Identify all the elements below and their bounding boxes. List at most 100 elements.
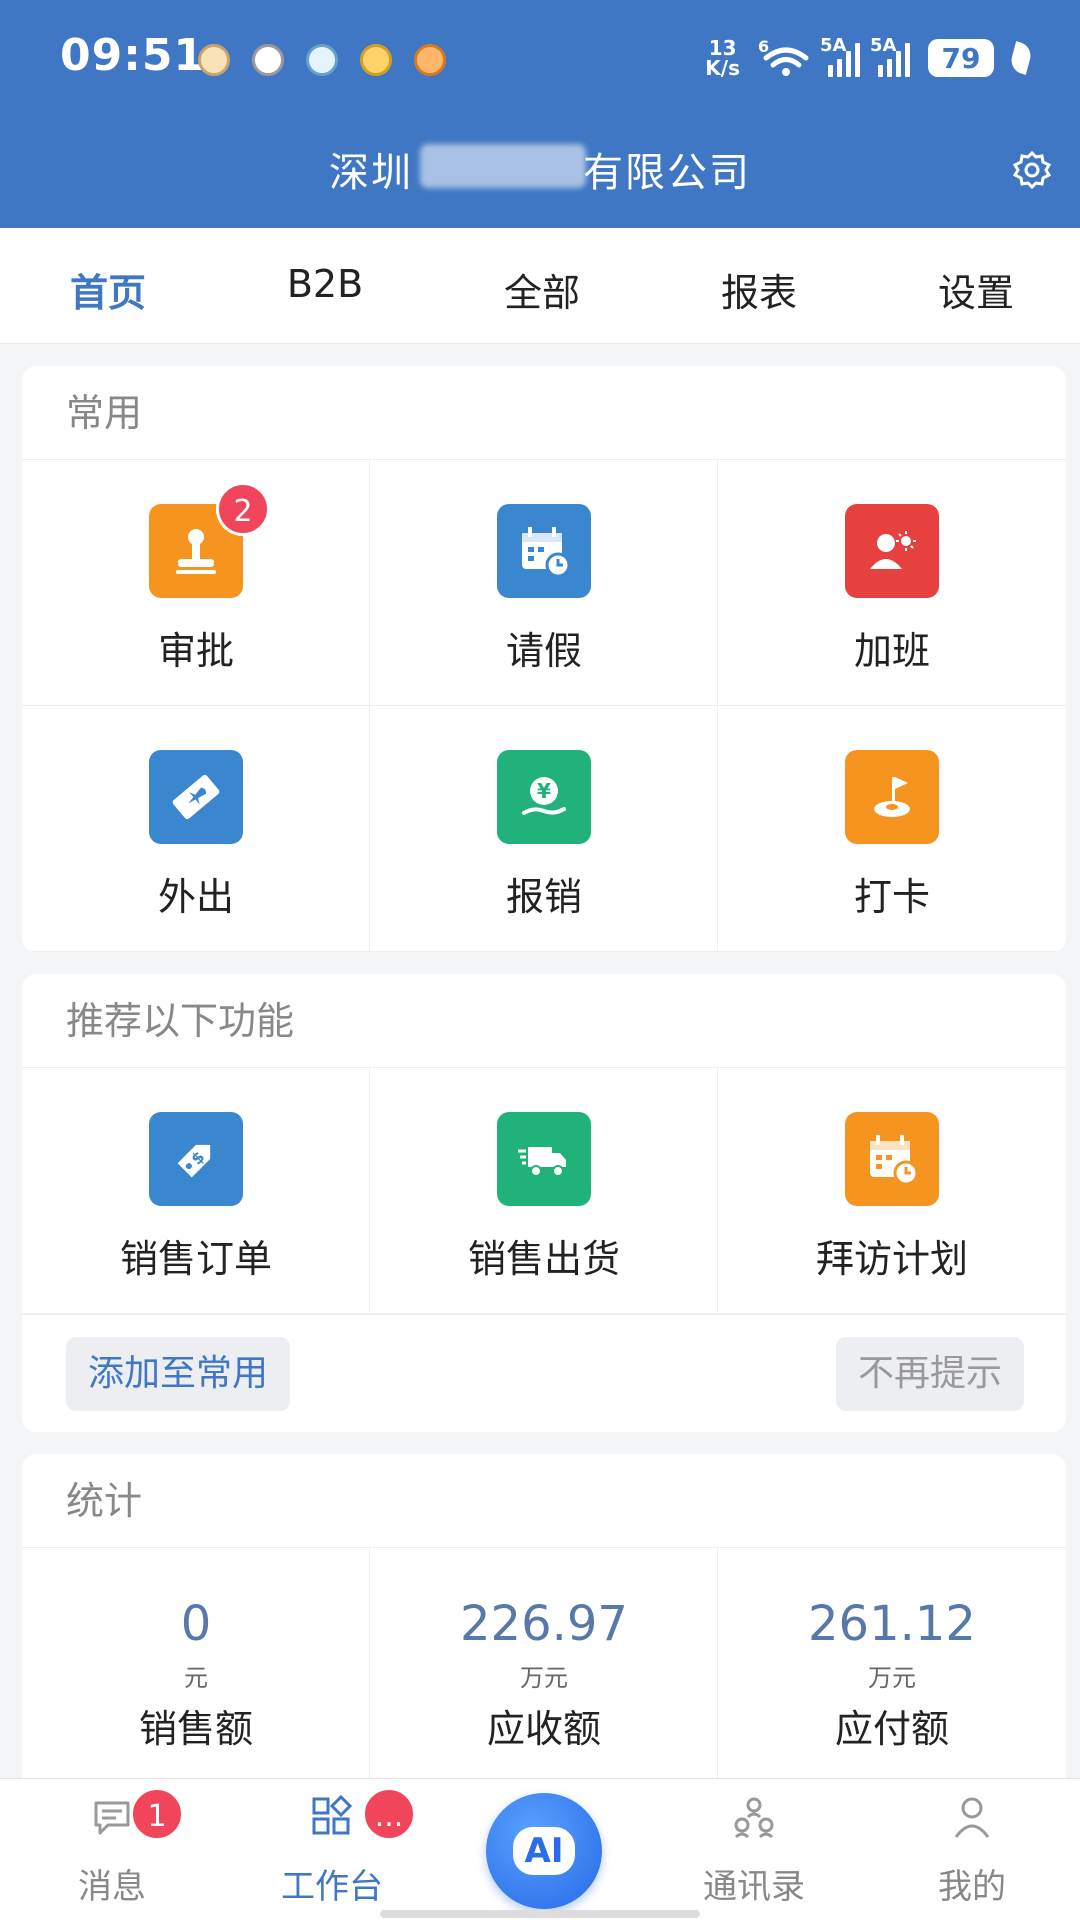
add-to-common-button[interactable]: 添加至常用	[66, 1337, 291, 1411]
system-icons: 13 K/s 6 5A 5A 79	[705, 35, 1034, 78]
top-nav: 首页 B2B 全部 报表 设置	[0, 228, 1080, 344]
signal-label: 5A	[820, 35, 847, 56]
app-notification-icon	[252, 44, 284, 76]
stat-value: 261.12	[808, 1596, 976, 1652]
calendar-clock-icon	[497, 504, 591, 598]
tab-all[interactable]: 全部	[452, 262, 632, 317]
stat-payable[interactable]: 261.12 万元 应付额	[718, 1548, 1066, 1778]
common-item-approval[interactable]: 2 审批	[22, 460, 370, 706]
stat-unit: 元	[184, 1664, 208, 1692]
common-item-leave[interactable]: 请假	[370, 460, 718, 706]
messages-badge: 1	[130, 1787, 184, 1841]
nav-label: 工作台	[281, 1867, 383, 1907]
workbench-badge: ...	[362, 1787, 416, 1841]
company-title-prefix: 深圳	[329, 150, 413, 196]
signal-label: 5A	[870, 35, 897, 56]
recommend-grid: $ 销售订单 销售出货 拜访计划	[22, 1068, 1066, 1314]
ai-icon: AI	[512, 1827, 576, 1875]
person-icon	[954, 1797, 990, 1838]
stat-sales[interactable]: 0 元 销售额	[22, 1548, 370, 1778]
common-item-label: 加班	[853, 629, 930, 673]
stat-value: 0	[180, 1596, 212, 1652]
recommend-item-label: 销售出货	[467, 1237, 620, 1281]
common-item-outing[interactable]: 外出	[22, 706, 370, 952]
nav-messages[interactable]: 1 消息	[12, 1779, 212, 1920]
plane-ticket-icon	[149, 750, 243, 844]
approval-badge: 2	[216, 482, 270, 536]
recommend-actions: 添加至常用 不再提示	[22, 1314, 1066, 1432]
app-header: 09:51 13 K/s 6 5A 5A 79 深圳 有限公司	[0, 0, 1080, 228]
common-item-reimburse[interactable]: ¥ 报销	[370, 706, 718, 952]
battery-icon: 79	[928, 39, 994, 77]
recommend-item-label: 销售订单	[119, 1237, 272, 1281]
home-indicator	[380, 1910, 700, 1918]
recommend-title: 推荐以下功能	[22, 974, 1066, 1068]
nav-contacts[interactable]: 通讯录	[654, 1779, 854, 1920]
status-bar: 09:51 13 K/s 6 5A 5A 79	[0, 0, 1080, 120]
nav-label: 消息	[78, 1867, 146, 1907]
nav-workbench[interactable]: ... 工作台	[232, 1779, 432, 1920]
stat-unit: 万元	[868, 1664, 916, 1692]
power-saving-leaf-icon	[1008, 41, 1034, 75]
tab-b2b[interactable]: B2B	[235, 262, 415, 306]
nav-label: 我的	[938, 1867, 1006, 1907]
stats-title: 统计	[22, 1454, 1066, 1548]
nav-label: 通讯录	[703, 1867, 805, 1907]
yuan-hand-icon: ¥	[497, 750, 591, 844]
cell-signal-icon: 5A	[870, 35, 910, 77]
notification-icons	[198, 44, 446, 76]
redacted-company-name	[420, 144, 586, 188]
truck-icon	[497, 1112, 591, 1206]
bottom-nav: 1 消息 ... 工作台 AI 通讯录 我的	[0, 1778, 1080, 1920]
tab-reports[interactable]: 报表	[669, 262, 849, 317]
common-item-label: 审批	[157, 629, 234, 673]
app-notification-icon	[360, 44, 392, 76]
stat-receivable[interactable]: 226.97 万元 应收额	[370, 1548, 718, 1778]
title-row: 深圳 有限公司	[0, 140, 1080, 200]
company-title-suffix: 有限公司	[583, 150, 751, 196]
gear-icon[interactable]	[1010, 148, 1054, 192]
workbench-page: 09:51 13 K/s 6 5A 5A 79 深圳 有限公司 首页 B2B 全…	[0, 0, 1080, 1920]
contacts-icon	[734, 1797, 774, 1839]
user-overtime-icon	[845, 504, 939, 598]
wifi-icon: 6	[758, 37, 810, 78]
recommend-item-visit-plan[interactable]: 拜访计划	[718, 1068, 1066, 1314]
common-card: 常用 2 审批 请假 加班 外出 ¥ 报销 打卡	[22, 366, 1066, 952]
tab-home[interactable]: 首页	[18, 262, 198, 317]
stats-grid: 0 元 销售额 226.97 万元 应收额 261.12 万元 应付额	[22, 1548, 1066, 1794]
stat-label: 应付额	[834, 1707, 949, 1751]
recommend-item-sales-delivery[interactable]: 销售出货	[370, 1068, 718, 1314]
stat-label: 销售额	[138, 1707, 253, 1751]
common-item-label: 打卡	[853, 875, 930, 919]
tab-settings[interactable]: 设置	[886, 262, 1066, 317]
ai-assistant-button[interactable]: AI	[486, 1793, 602, 1909]
recommend-item-sales-order[interactable]: $ 销售订单	[22, 1068, 370, 1314]
common-item-overtime[interactable]: 加班	[718, 460, 1066, 706]
common-item-label: 报销	[505, 875, 582, 919]
calendar-clock-icon	[845, 1112, 939, 1206]
nav-me[interactable]: 我的	[872, 1779, 1072, 1920]
stat-label: 应收额	[486, 1707, 601, 1751]
common-grid: 2 审批 请假 加班 外出 ¥ 报销 打卡	[22, 460, 1066, 952]
status-time: 09:51	[60, 30, 206, 81]
recommend-card: 推荐以下功能 $ 销售订单 销售出货 拜访计划 添加至常用 不再提示	[22, 974, 1066, 1432]
price-tag-icon: $	[149, 1112, 243, 1206]
workbench-grid-icon	[312, 1795, 353, 1835]
app-notification-icon	[306, 44, 338, 76]
stat-value: 226.97	[460, 1596, 628, 1652]
common-item-clock-in[interactable]: 打卡	[718, 706, 1066, 952]
svg-text:¥: ¥	[537, 779, 551, 803]
location-flag-icon	[845, 750, 939, 844]
app-notification-icon	[414, 44, 446, 76]
common-item-label: 请假	[505, 629, 582, 673]
stat-unit: 万元	[520, 1664, 568, 1692]
common-item-label: 外出	[157, 875, 234, 919]
wifi-label: 6	[758, 38, 769, 56]
dont-remind-button[interactable]: 不再提示	[835, 1337, 1024, 1411]
net-speed-value: 13	[708, 36, 737, 60]
cell-signal-icon: 5A	[820, 35, 860, 77]
chat-bubble-icon	[94, 1801, 130, 1835]
stats-card: 统计 0 元 销售额 226.97 万元 应收额 261.12 万元 应付额	[22, 1454, 1066, 1794]
network-speed: 13 K/s	[705, 38, 740, 78]
app-notification-icon	[198, 44, 230, 76]
